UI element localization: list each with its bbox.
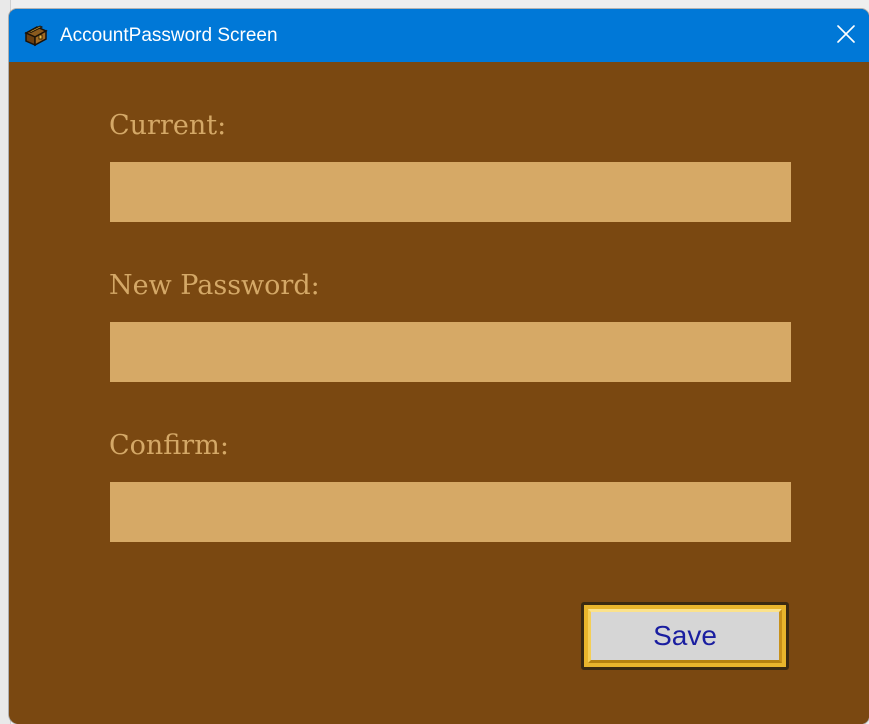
current-password-label: Current: (109, 110, 227, 141)
close-button[interactable] (823, 9, 869, 62)
new-password-input[interactable] (110, 322, 791, 382)
account-password-window: AccountPassword Screen Current: New Pass… (9, 9, 869, 724)
current-password-input[interactable] (110, 162, 791, 222)
save-button-face: Save (588, 609, 782, 663)
confirm-password-label: Confirm: (109, 430, 229, 461)
form-area: Current: New Password: Confirm: Save (9, 62, 869, 724)
title-bar[interactable]: AccountPassword Screen (9, 9, 869, 62)
confirm-password-input[interactable] (110, 482, 791, 542)
treasure-chest-icon (23, 24, 49, 48)
new-password-label: New Password: (109, 270, 320, 301)
window-title: AccountPassword Screen (60, 25, 278, 46)
close-icon (837, 24, 855, 47)
save-button[interactable]: Save (581, 602, 789, 670)
save-button-label: Save (653, 620, 717, 651)
